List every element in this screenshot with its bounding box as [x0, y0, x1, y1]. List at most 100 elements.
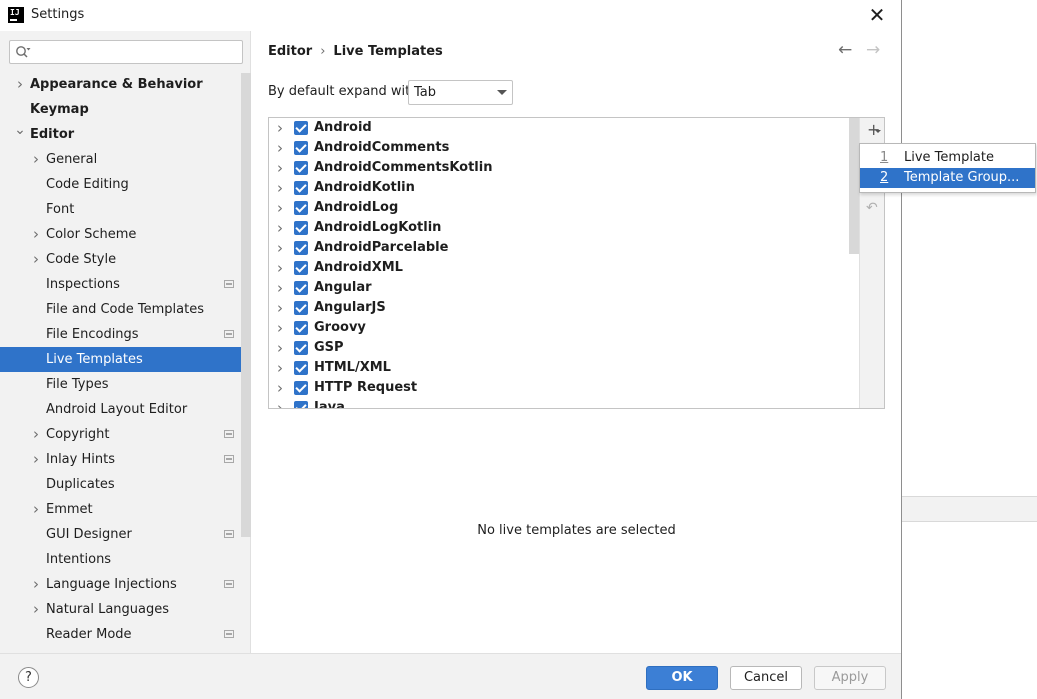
template-group-row[interactable]: › Java [269, 398, 859, 408]
template-group-checkbox[interactable] [294, 161, 308, 175]
template-group-checkbox[interactable] [294, 201, 308, 215]
ok-button[interactable]: OK [646, 666, 718, 690]
template-group-checkbox[interactable] [294, 141, 308, 155]
template-group-checkbox[interactable] [294, 381, 308, 395]
template-group-checkbox[interactable] [294, 261, 308, 275]
breadcrumb-parent[interactable]: Editor [268, 44, 312, 59]
forward-arrow-icon[interactable]: → [866, 40, 880, 60]
sidebar-item[interactable]: › Code Style [0, 247, 241, 272]
chevron-right-icon[interactable]: › [275, 318, 285, 338]
template-group-row[interactable]: › AndroidLog [269, 198, 859, 218]
sidebar-item[interactable]: Reader Mode [0, 622, 241, 647]
chevron-right-icon[interactable]: › [275, 238, 285, 258]
sidebar-item[interactable]: Android Layout Editor [0, 397, 241, 422]
sidebar-item[interactable]: File and Code Templates [0, 297, 241, 322]
template-group-row[interactable]: › GSP [269, 338, 859, 358]
sidebar-item[interactable]: › Natural Languages [0, 597, 241, 622]
sidebar-item[interactable]: Font [0, 197, 241, 222]
template-group-row[interactable]: › Groovy [269, 318, 859, 338]
chevron-right-icon[interactable]: › [30, 572, 42, 597]
chevron-right-icon[interactable]: › [275, 158, 285, 178]
sidebar-item[interactable]: Live Templates [0, 347, 241, 372]
sidebar-item[interactable]: Intentions [0, 547, 241, 572]
template-group-row[interactable]: › Angular [269, 278, 859, 298]
template-group-row[interactable]: › AndroidComments [269, 138, 859, 158]
template-group-checkbox[interactable] [294, 241, 308, 255]
menu-item-live-template[interactable]: 1 Live Template [860, 148, 1035, 168]
help-button[interactable]: ? [18, 667, 39, 688]
chevron-right-icon[interactable]: › [275, 358, 285, 378]
close-icon[interactable]: ✕ [866, 4, 888, 26]
template-group-row[interactable]: › AndroidXML [269, 258, 859, 278]
template-group-checkbox[interactable] [294, 221, 308, 235]
sidebar-item[interactable]: › Language Injections [0, 572, 241, 597]
menu-item-template-group[interactable]: 2 Template Group... [860, 168, 1035, 188]
template-group-row[interactable]: › HTML/XML [269, 358, 859, 378]
template-group-checkbox[interactable] [294, 401, 308, 408]
sidebar-item[interactable]: Keymap [0, 97, 241, 122]
template-group-row[interactable]: › AndroidCommentsKotlin [269, 158, 859, 178]
template-group-checkbox[interactable] [294, 321, 308, 335]
chevron-down-icon[interactable]: ⌄ [14, 118, 26, 143]
sidebar-item[interactable]: › Inlay Hints [0, 447, 241, 472]
chevron-right-icon[interactable]: › [275, 198, 285, 218]
template-group-checkbox[interactable] [294, 301, 308, 315]
template-group-row[interactable]: › AngularJS [269, 298, 859, 318]
sidebar-item[interactable]: › General [0, 147, 241, 172]
cancel-button[interactable]: Cancel [730, 666, 802, 690]
chevron-right-icon[interactable]: › [275, 338, 285, 358]
list-scrollbar[interactable] [849, 118, 859, 254]
sidebar-item[interactable]: Inspections [0, 272, 241, 297]
chevron-right-icon[interactable]: › [30, 247, 42, 272]
sidebar-item[interactable]: › Color Scheme [0, 222, 241, 247]
template-group-row[interactable]: › HTTP Request [269, 378, 859, 398]
background-panel-strip [901, 497, 1037, 522]
chevron-right-icon[interactable]: › [275, 378, 285, 398]
sidebar-item[interactable]: › Emmet [0, 497, 241, 522]
add-icon[interactable]: + [867, 122, 881, 138]
template-group-row[interactable]: › AndroidLogKotlin [269, 218, 859, 238]
restore-defaults-icon[interactable]: ↶ [866, 200, 878, 216]
chevron-right-icon[interactable]: › [275, 218, 285, 238]
expand-with-select[interactable]: Tab [408, 80, 513, 105]
chevron-right-icon[interactable]: › [30, 147, 42, 172]
template-group-row[interactable]: › AndroidKotlin [269, 178, 859, 198]
chevron-right-icon[interactable]: › [30, 422, 42, 447]
sidebar-item[interactable]: Code Editing [0, 172, 241, 197]
chevron-right-icon[interactable]: › [275, 138, 285, 158]
template-group-row[interactable]: › AndroidParcelable [269, 238, 859, 258]
template-group-checkbox[interactable] [294, 281, 308, 295]
chevron-right-icon[interactable]: › [30, 222, 42, 247]
sidebar-item[interactable]: ⌄ Editor [0, 122, 241, 147]
sidebar-item-label: Emmet [46, 502, 93, 517]
chevron-right-icon[interactable]: › [275, 118, 285, 138]
apply-button[interactable]: Apply [814, 666, 886, 690]
chevron-right-icon[interactable]: › [275, 258, 285, 278]
chevron-right-icon[interactable]: › [275, 178, 285, 198]
sidebar-item-label: GUI Designer [46, 527, 132, 542]
settings-search-input[interactable] [9, 40, 243, 64]
chevron-right-icon[interactable]: › [275, 298, 285, 318]
chevron-right-icon[interactable]: › [30, 497, 42, 522]
template-group-name: Angular [314, 280, 372, 295]
sidebar-item[interactable]: File Encodings [0, 322, 241, 347]
sidebar-item[interactable]: File Types [0, 372, 241, 397]
chevron-right-icon[interactable]: › [30, 447, 42, 472]
chevron-right-icon[interactable]: › [14, 72, 26, 97]
sidebar-item[interactable]: GUI Designer [0, 522, 241, 547]
sidebar-scrollbar[interactable] [241, 73, 251, 537]
chevron-right-icon[interactable]: › [30, 597, 42, 622]
sidebar-item[interactable]: Duplicates [0, 472, 241, 497]
chevron-right-icon[interactable]: › [275, 278, 285, 298]
sidebar-item[interactable]: › Copyright [0, 422, 241, 447]
template-group-checkbox[interactable] [294, 181, 308, 195]
template-group-checkbox[interactable] [294, 341, 308, 355]
chevron-right-icon[interactable]: › [275, 398, 285, 408]
sidebar-item[interactable]: › Appearance & Behavior [0, 72, 241, 97]
template-group-checkbox[interactable] [294, 361, 308, 375]
template-group-name: AndroidLogKotlin [314, 220, 442, 235]
template-group-row[interactable]: › Android [269, 118, 859, 138]
back-arrow-icon[interactable]: ← [838, 40, 852, 60]
expand-with-label: By default expand with [268, 84, 419, 99]
template-group-checkbox[interactable] [294, 121, 308, 135]
